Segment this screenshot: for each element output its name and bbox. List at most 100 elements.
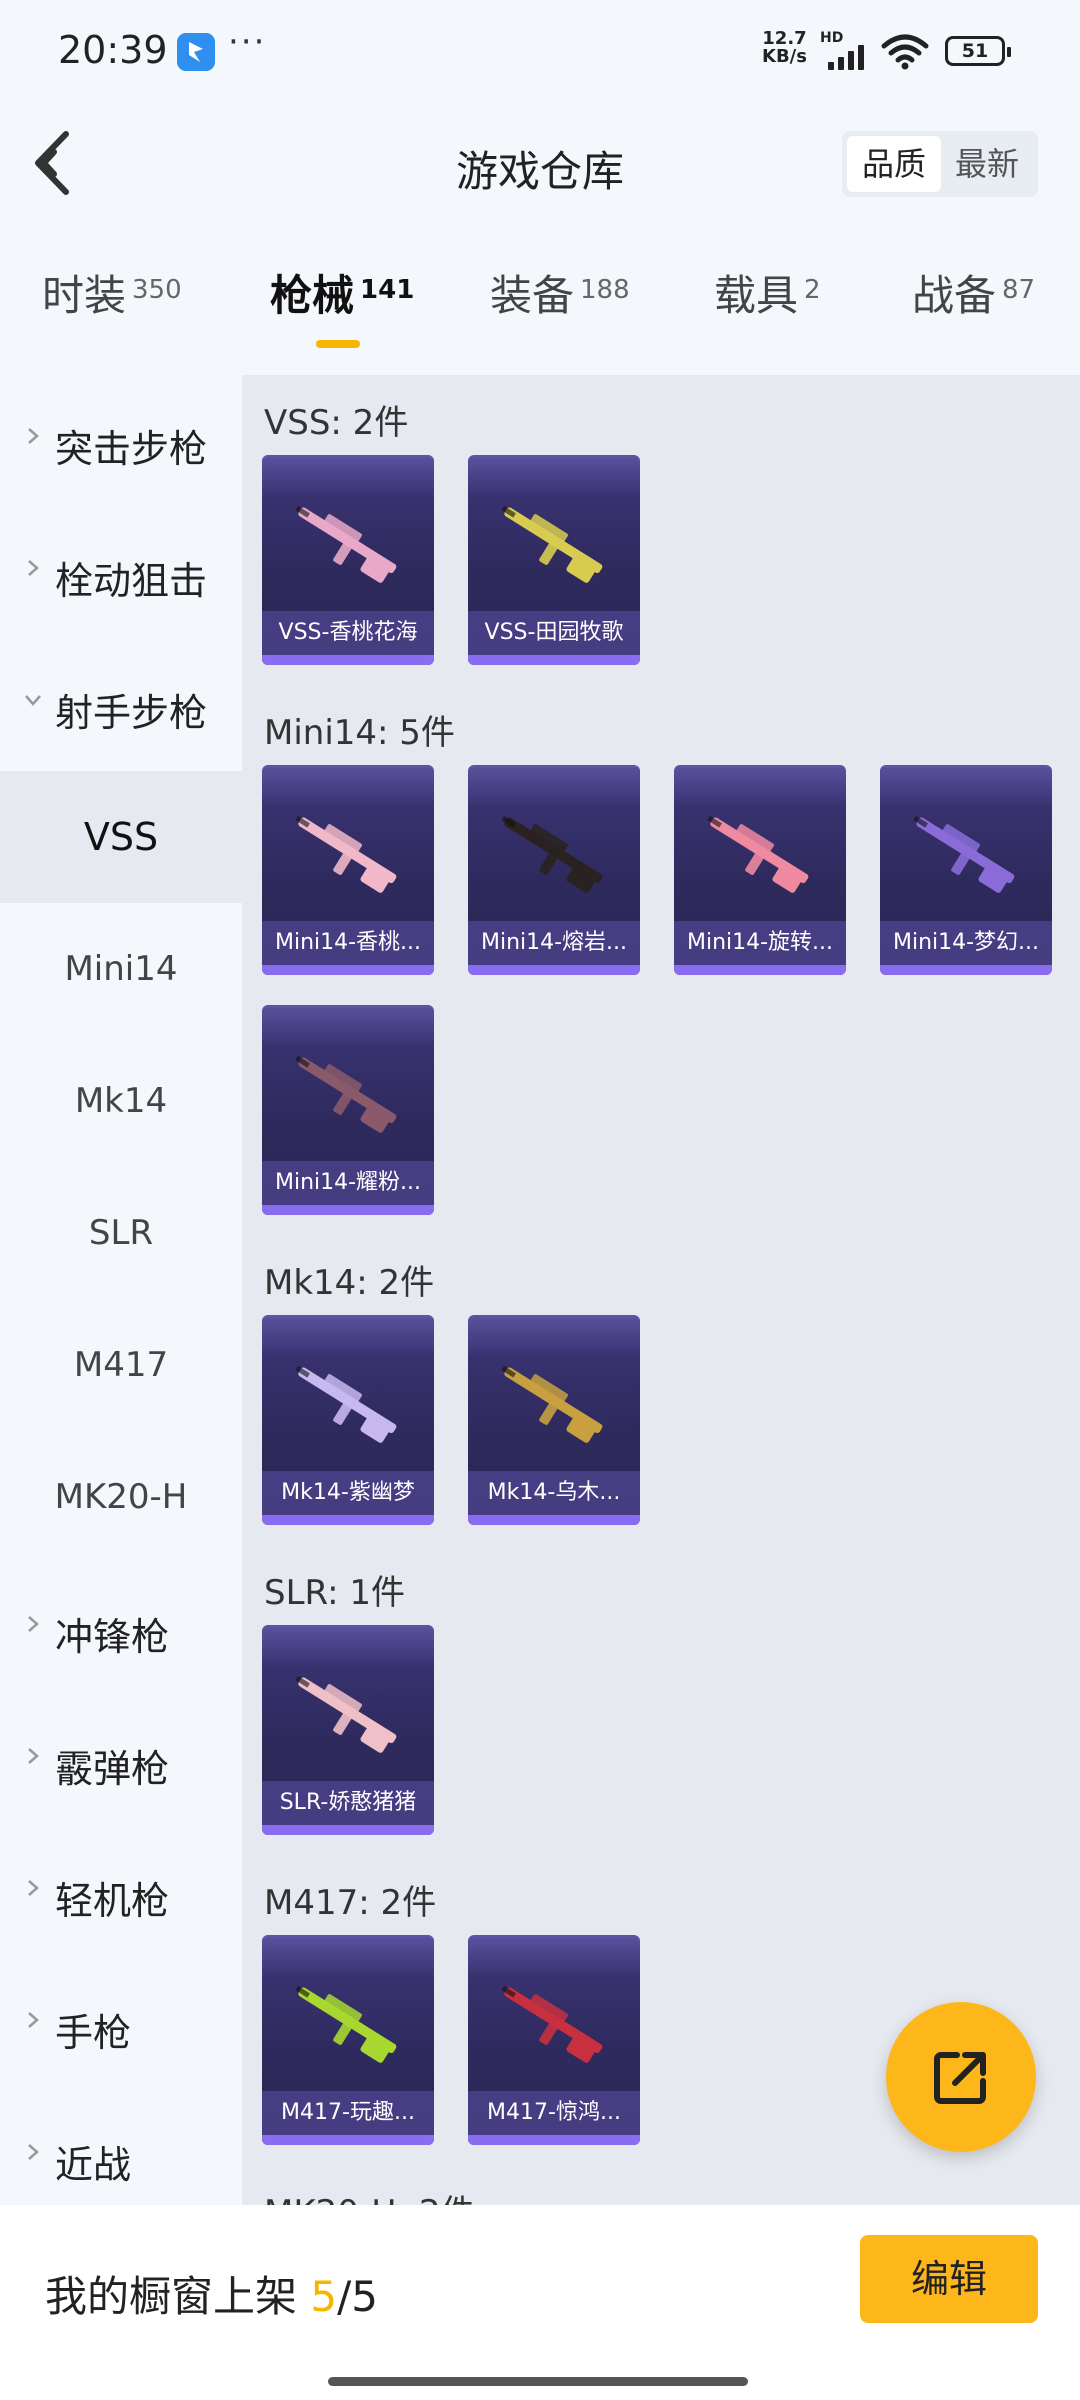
status-bar: 20:39 ··· 12.7 KB/s HD 51 <box>0 0 1080 100</box>
rarity-strip <box>468 2135 640 2145</box>
item-name: Mk14-乌木... <box>468 1471 640 1515</box>
item-card[interactable]: Mini14-旋转... <box>674 765 846 975</box>
rarity-strip <box>262 1825 434 1835</box>
signal-icon <box>822 44 870 70</box>
item-name: Mini14-耀粉... <box>262 1161 434 1205</box>
item-name: VSS-田园牧歌 <box>468 611 640 655</box>
item-card[interactable]: Mini14-梦幻... <box>880 765 1052 975</box>
group-title: Mini14: 5件 <box>264 713 455 753</box>
group-title: MK20-H: 2件 <box>264 2185 475 2205</box>
item-name: VSS-香桃花海 <box>262 611 434 655</box>
weapon-icon <box>295 815 397 893</box>
sort-quality-button[interactable]: 品质 <box>847 136 941 192</box>
chevron-right-icon <box>28 1880 39 1896</box>
item-name: SLR-娇憨猪猪 <box>262 1781 434 1825</box>
sidebar-item-shotgun[interactable]: 霰弹枪 <box>0 1695 242 1827</box>
group-title: VSS: 2件 <box>264 403 409 443</box>
sidebar-item-melee[interactable]: 近战 <box>0 2091 242 2223</box>
rarity-strip <box>262 655 434 665</box>
item-card[interactable]: VSS-香桃花海 <box>262 455 434 665</box>
tab-fashion[interactable]: 时装 350 <box>42 262 182 323</box>
showcase-status: 我的橱窗上架 5/5 <box>45 2272 378 2321</box>
sidebar-item-bolt-sniper[interactable]: 栓动狙击 <box>0 507 242 639</box>
sidebar-item-assault-rifle[interactable]: 突击步枪 <box>0 375 242 507</box>
item-name: Mini14-香桃... <box>262 921 434 965</box>
active-tab-indicator <box>316 340 360 348</box>
rarity-strip <box>468 655 640 665</box>
category-tabs: 时装 350 枪械 141 装备 188 载具 2 战备 87 <box>0 262 1080 362</box>
item-card[interactable]: Mini14-香桃... <box>262 765 434 975</box>
item-card[interactable]: Mini14-耀粉... <box>262 1005 434 1215</box>
item-card[interactable]: VSS-田园牧歌 <box>468 455 640 665</box>
item-card[interactable]: Mini14-熔岩... <box>468 765 640 975</box>
tab-equipment[interactable]: 装备 188 <box>490 262 630 323</box>
chevron-right-icon <box>28 1616 39 1632</box>
weapon-icon <box>501 815 603 893</box>
status-time: 20:39 <box>58 28 168 72</box>
sidebar-sub-slr[interactable]: SLR <box>0 1167 242 1299</box>
chevron-right-icon <box>28 2144 39 2160</box>
sidebar-sub-mk20h[interactable]: MK20-H <box>0 1431 242 1563</box>
rarity-strip <box>468 965 640 975</box>
more-notifications-icon: ··· <box>228 22 267 62</box>
sidebar-sub-mini14[interactable]: Mini14 <box>0 903 242 1035</box>
sidebar-item-smg[interactable]: 冲锋枪 <box>0 1563 242 1695</box>
tab-vehicles[interactable]: 载具 2 <box>714 262 821 323</box>
group-title: Mk14: 2件 <box>264 1263 435 1303</box>
sidebar-item-pistol[interactable]: 手枪 <box>0 1959 242 2091</box>
chevron-right-icon <box>28 428 39 444</box>
sort-toggle: 品质 最新 <box>842 131 1038 197</box>
item-grid: VSS: 2件 VSS-香桃花海 VSS-田园牧歌 Mini14: 5件 Mini14-… <box>242 375 1080 2205</box>
rarity-strip <box>674 965 846 975</box>
weapon-icon <box>295 1055 397 1133</box>
item-card[interactable]: SLR-娇憨猪猪 <box>262 1625 434 1835</box>
sidebar-sub-mk14[interactable]: Mk14 <box>0 1035 242 1167</box>
rarity-strip <box>262 965 434 975</box>
tab-combat-gear[interactable]: 战备 87 <box>912 262 1035 323</box>
sidebar-item-lmg[interactable]: 轻机枪 <box>0 1827 242 1959</box>
sidebar: 突击步枪 栓动狙击 射手步枪 VSS Mini14 Mk14 SLR M417 … <box>0 375 242 2205</box>
weapon-icon <box>295 1675 397 1753</box>
notification-app-icon <box>177 33 215 71</box>
weapon-icon <box>913 815 1015 893</box>
weapon-icon <box>295 505 397 583</box>
item-name: Mk14-紫幽梦 <box>262 1471 434 1515</box>
chevron-right-icon <box>28 560 39 576</box>
sort-newest-button[interactable]: 最新 <box>940 136 1034 192</box>
item-card[interactable]: Mk14-乌木... <box>468 1315 640 1525</box>
item-name: Mini14-旋转... <box>674 921 846 965</box>
sidebar-sub-m417[interactable]: M417 <box>0 1299 242 1431</box>
share-button[interactable] <box>886 2002 1036 2152</box>
sidebar-sub-vss[interactable]: VSS <box>0 771 242 903</box>
weapon-icon <box>501 505 603 583</box>
network-speed: 12.7 KB/s <box>762 28 807 67</box>
weapon-icon <box>707 815 809 893</box>
rarity-strip <box>880 965 1052 975</box>
share-external-icon <box>934 2052 986 2104</box>
edit-button[interactable]: 编辑 <box>860 2235 1038 2323</box>
showcase-current-count: 5 <box>310 2272 338 2321</box>
chevron-right-icon <box>28 1748 39 1764</box>
item-card[interactable]: M417-惊鸿... <box>468 1935 640 2145</box>
weapon-icon <box>501 1985 603 2063</box>
tab-guns[interactable]: 枪械 141 <box>270 262 414 323</box>
weapon-icon <box>295 1365 397 1443</box>
item-card[interactable]: Mk14-紫幽梦 <box>262 1315 434 1525</box>
item-name: Mini14-熔岩... <box>468 921 640 965</box>
item-name: M417-惊鸿... <box>468 2091 640 2135</box>
rarity-strip <box>262 1515 434 1525</box>
bottom-bar: 我的橱窗上架 5/5 编辑 <box>0 2205 1080 2400</box>
group-title: SLR: 1件 <box>264 1573 405 1613</box>
rarity-strip <box>262 2135 434 2145</box>
wifi-icon <box>881 34 929 70</box>
item-card[interactable]: M417-玩趣... <box>262 1935 434 2145</box>
chevron-right-icon <box>28 2012 39 2028</box>
sidebar-item-marksman-rifle[interactable]: 射手步枪 <box>0 639 242 771</box>
rarity-strip <box>262 1205 434 1215</box>
weapon-icon <box>295 1985 397 2063</box>
battery-icon: 51 <box>945 36 1011 66</box>
chevron-down-icon <box>25 695 41 706</box>
home-indicator[interactable] <box>328 2377 748 2386</box>
showcase-total-count: /5 <box>337 2272 378 2321</box>
group-title: M417: 2件 <box>264 1883 437 1923</box>
